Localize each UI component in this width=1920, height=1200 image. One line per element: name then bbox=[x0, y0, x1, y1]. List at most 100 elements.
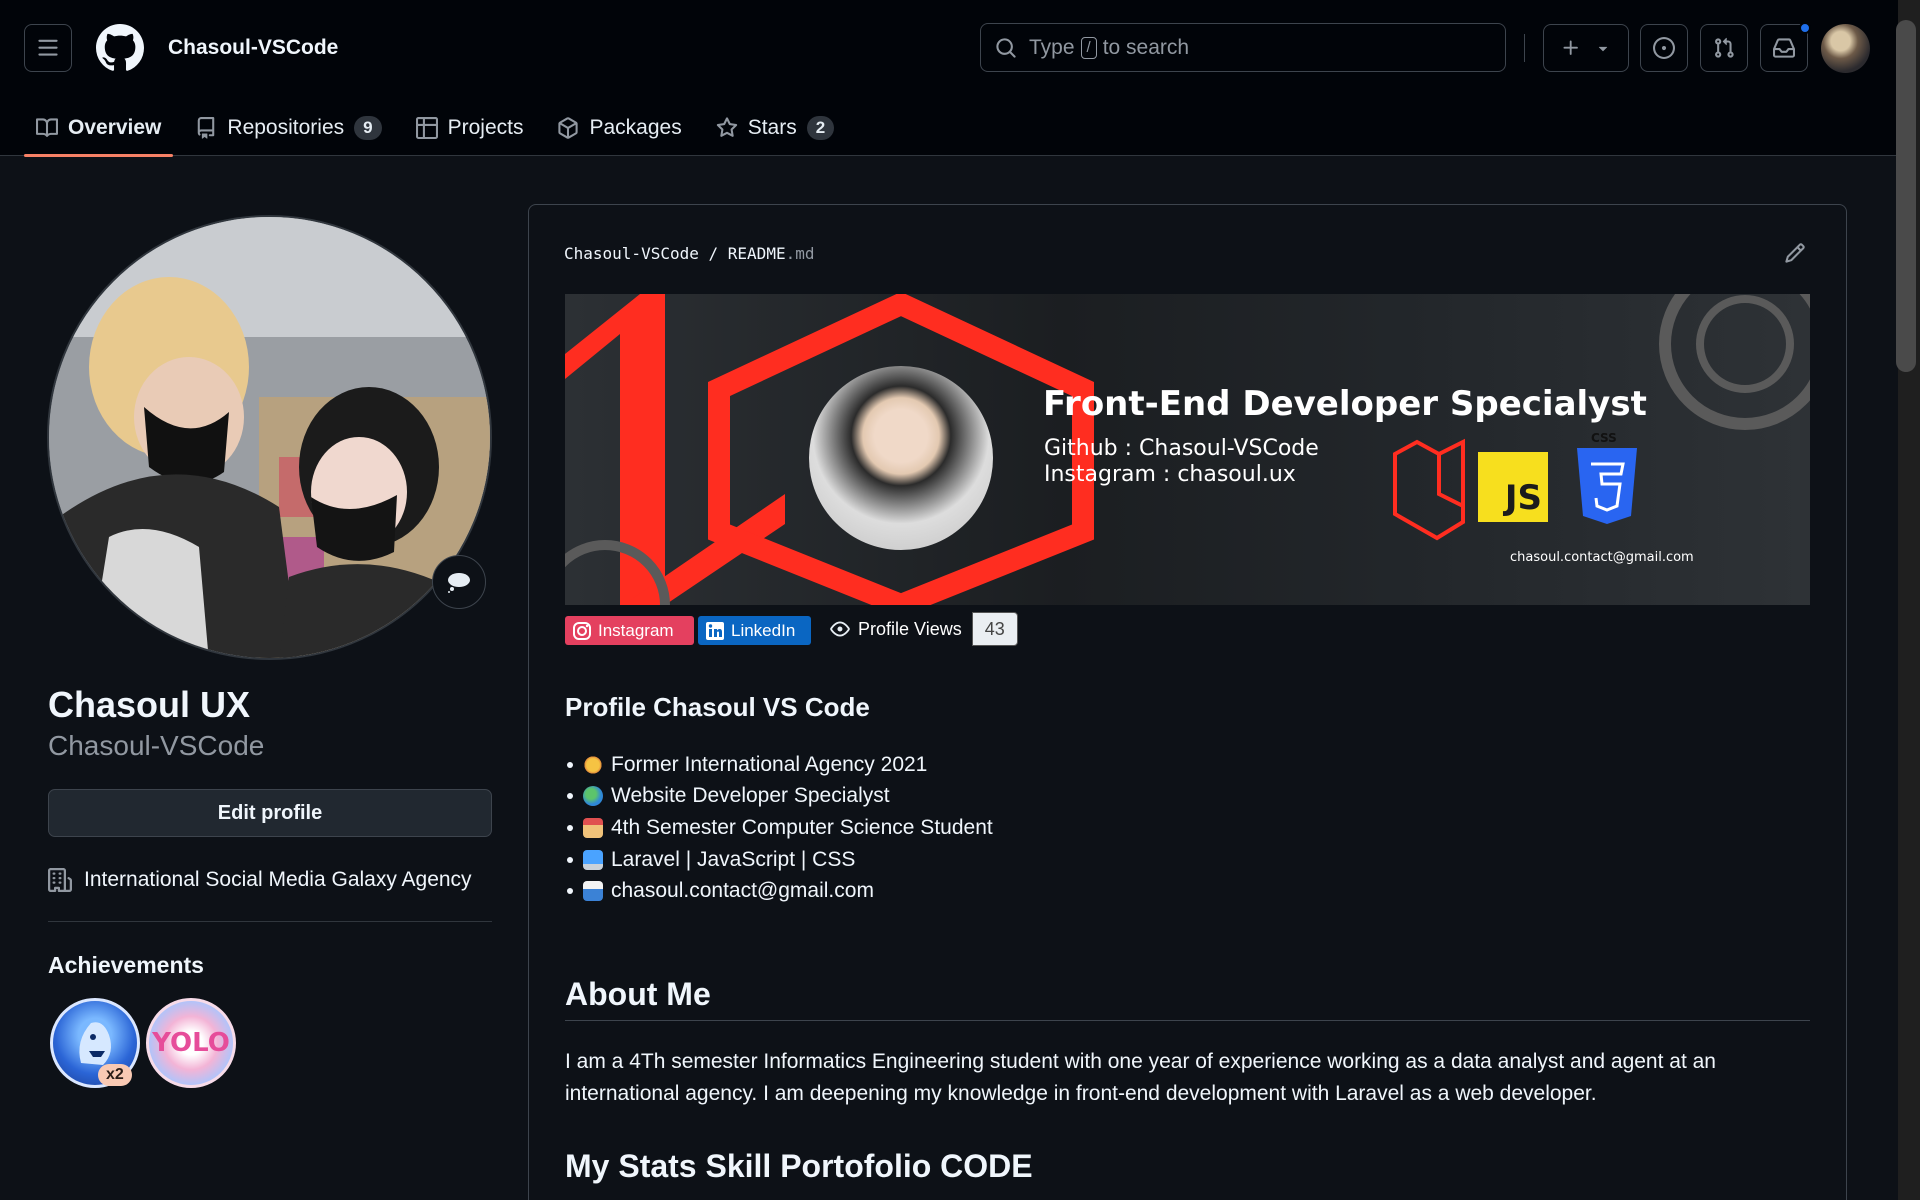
menu-button[interactable] bbox=[24, 24, 72, 72]
tab-repositories[interactable]: Repositories 9 bbox=[183, 100, 393, 156]
eye-icon bbox=[830, 621, 850, 637]
bullet-dot bbox=[567, 856, 573, 863]
yolo-badge-text: YOLO bbox=[152, 1028, 230, 1058]
pull-requests-button[interactable] bbox=[1700, 24, 1748, 72]
search-prefix: Type bbox=[1029, 35, 1075, 59]
git-pull-request-icon bbox=[1715, 37, 1734, 58]
achievements-heading[interactable]: Achievements bbox=[48, 952, 204, 979]
package-icon bbox=[558, 117, 579, 139]
set-status-button[interactable] bbox=[432, 555, 486, 609]
stats-heading: My Stats Skill Portofolio CODE bbox=[565, 1148, 1033, 1184]
computer-icon bbox=[583, 849, 603, 870]
list-item: Website Developer Specialyst bbox=[565, 781, 993, 813]
profile-avatar[interactable] bbox=[47, 215, 492, 660]
tab-label: Repositories bbox=[227, 116, 345, 139]
search-suffix: to search bbox=[1102, 35, 1190, 59]
instagram-badge-link[interactable]: Instagram bbox=[565, 616, 694, 645]
profile-username: Chasoul-VSCode bbox=[48, 730, 265, 761]
profile-bullet-list: Former International Agency 2021 Website… bbox=[565, 749, 993, 907]
banner-portrait bbox=[809, 366, 993, 550]
bullet-dot bbox=[567, 824, 573, 831]
instagram-badge-label: Instagram bbox=[598, 620, 674, 640]
stars-count: 2 bbox=[806, 116, 835, 140]
github-logo-icon[interactable] bbox=[96, 24, 144, 72]
bullet-text: chasoul.contact@gmail.com bbox=[611, 879, 874, 903]
bullet-dot bbox=[567, 888, 573, 895]
table-icon bbox=[415, 117, 438, 139]
tab-projects[interactable]: Projects bbox=[404, 100, 536, 156]
profile-views-label-box: Profile Views bbox=[820, 612, 972, 646]
linkedin-badge-link[interactable]: LinkedIn bbox=[698, 616, 811, 645]
issue-opened-icon bbox=[1653, 37, 1675, 59]
issues-button[interactable] bbox=[1640, 24, 1688, 72]
repo-icon bbox=[198, 117, 215, 139]
bullet-text: Website Developer Specialyst bbox=[611, 784, 890, 808]
profile-display-name: Chasoul UX bbox=[48, 684, 251, 725]
context-owner-link[interactable]: Chasoul-VSCode bbox=[168, 36, 338, 60]
triangle-down-icon bbox=[1598, 46, 1607, 52]
pencil-icon[interactable] bbox=[1784, 242, 1806, 264]
avatar-photo bbox=[49, 217, 490, 658]
scrollbar-thumb[interactable] bbox=[1896, 20, 1916, 372]
list-item: Former International Agency 2021 bbox=[565, 749, 993, 781]
mailbox-icon bbox=[583, 881, 603, 902]
linkedin-icon bbox=[706, 621, 724, 640]
tab-packages[interactable]: Packages bbox=[545, 100, 693, 156]
star-icon bbox=[716, 117, 737, 137]
global-header: Chasoul-VSCode Type / to search Overview… bbox=[0, 0, 1898, 157]
tab-label: Stars bbox=[747, 116, 797, 139]
tab-overview[interactable]: Overview bbox=[24, 100, 174, 157]
path-separator: / bbox=[708, 244, 719, 263]
search-shortcut-key: / bbox=[1080, 36, 1097, 59]
readme-file-ext: .md bbox=[785, 244, 815, 263]
profile-views-counter: Profile Views 43 bbox=[820, 612, 1018, 646]
about-me-text: I am a 4Th semester Informatics Engineer… bbox=[565, 1050, 1716, 1105]
bullet-dot bbox=[567, 761, 573, 768]
readme-owner-link[interactable]: Chasoul-VSCode bbox=[564, 244, 699, 263]
sidebar-divider bbox=[48, 921, 492, 922]
repositories-count: 9 bbox=[354, 116, 382, 140]
bullet-dot bbox=[567, 793, 573, 800]
create-new-button[interactable] bbox=[1543, 24, 1629, 72]
list-item: chasoul.contact@gmail.com bbox=[565, 875, 993, 907]
bullet-text: 4th Semester Computer Science Student bbox=[611, 815, 993, 839]
bullet-text: Laravel | JavaScript | CSS bbox=[611, 847, 856, 871]
list-item: 4th Semester Computer Science Student bbox=[565, 812, 993, 844]
organization-name: International Social Media Galaxy Agency bbox=[84, 868, 472, 891]
profile-views-count: 43 bbox=[971, 612, 1018, 646]
instagram-icon bbox=[573, 621, 591, 640]
javascript-logo-icon: JS bbox=[1478, 452, 1548, 522]
list-item: Laravel | JavaScript | CSS bbox=[565, 844, 993, 876]
readme-banner-image: Front-End Developer Specialyst Github : … bbox=[565, 294, 1810, 605]
tab-label: Projects bbox=[447, 116, 524, 139]
hamburger-icon bbox=[38, 39, 58, 56]
edit-profile-button[interactable]: Edit profile bbox=[48, 789, 492, 837]
achievement-badge-yolo[interactable]: YOLO bbox=[146, 998, 236, 1088]
plus-icon bbox=[1563, 40, 1578, 55]
tab-stars[interactable]: Stars 2 bbox=[704, 100, 846, 156]
search-icon bbox=[996, 37, 1016, 58]
about-me-heading: About Me bbox=[565, 976, 711, 1012]
readme-file-name: README bbox=[727, 244, 786, 263]
profile-views-label: Profile Views bbox=[858, 618, 962, 639]
bullet-text: Former International Agency 2021 bbox=[611, 752, 928, 776]
user-menu-avatar[interactable] bbox=[1821, 24, 1870, 73]
organization-icon bbox=[48, 868, 72, 892]
css-logo-label: CSS bbox=[1591, 431, 1617, 445]
search-input[interactable]: Type / to search bbox=[980, 23, 1506, 72]
inbox-icon bbox=[1773, 38, 1795, 58]
header-divider bbox=[1524, 34, 1525, 62]
banner-email: chasoul.contact@gmail.com bbox=[1510, 550, 1694, 565]
linkedin-badge-label: LinkedIn bbox=[731, 620, 796, 640]
achievement-count: x2 bbox=[98, 1064, 132, 1086]
profile-tabs: Overview Repositories 9 Projects Package… bbox=[24, 100, 856, 157]
profile-section-heading: Profile Chasoul VS Code bbox=[565, 692, 870, 722]
banner-instagram: Instagram : chasoul.ux bbox=[1044, 462, 1296, 487]
banner-github: Github : Chasoul-VSCode bbox=[1044, 436, 1319, 461]
school-icon bbox=[583, 817, 603, 838]
book-icon bbox=[36, 118, 58, 137]
tab-label: Overview bbox=[68, 116, 162, 139]
heading-rule bbox=[565, 1020, 1810, 1021]
banner-title: Front-End Developer Specialyst bbox=[1043, 384, 1647, 424]
medal-icon bbox=[583, 754, 603, 775]
